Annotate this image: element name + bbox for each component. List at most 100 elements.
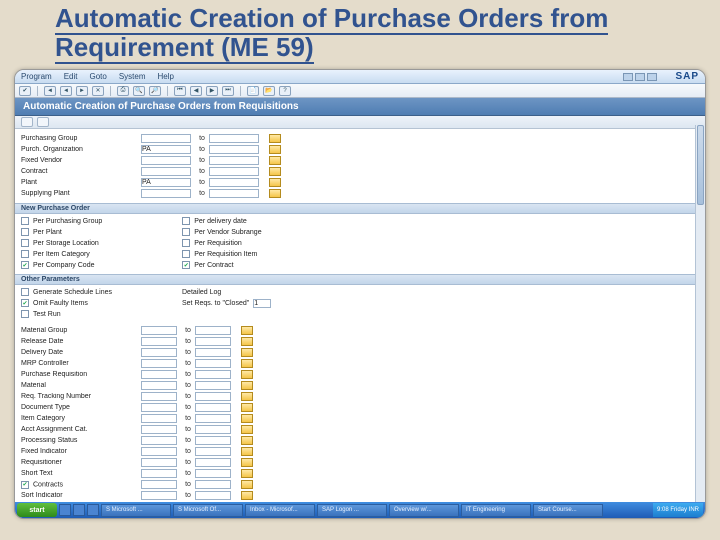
multi-select-icon[interactable] [241,381,253,390]
input-from[interactable] [141,189,191,198]
input-from[interactable] [141,156,191,165]
checkbox[interactable]: ✔ [21,299,29,307]
checkbox[interactable] [21,288,29,296]
quicklaunch-icon[interactable] [73,504,85,516]
first-icon[interactable]: ⏮ [174,86,186,96]
multi-select-icon[interactable] [241,370,253,379]
checkbox[interactable] [182,239,190,247]
input-to[interactable] [195,491,231,500]
find-icon[interactable]: 🔍 [133,86,145,96]
input-from[interactable] [141,392,177,401]
next-icon[interactable]: ▶ [206,86,218,96]
input-from[interactable] [141,326,177,335]
input-to[interactable] [209,134,259,143]
prev-icon[interactable]: ◀ [190,86,202,96]
input-from[interactable] [141,469,177,478]
multi-select-icon[interactable] [241,458,253,467]
input-to[interactable] [209,167,259,176]
menu-edit[interactable]: Edit [64,72,78,81]
multi-select-icon[interactable] [241,337,253,346]
multi-select-icon[interactable] [269,156,281,165]
input-from[interactable] [141,167,191,176]
multi-select-icon[interactable] [241,480,253,489]
input-from[interactable] [141,480,177,489]
input-to[interactable] [195,458,231,467]
help-icon[interactable]: ? [279,86,291,96]
input-to[interactable] [195,370,231,379]
system-tray[interactable]: 9:08 Friday INR [653,503,703,517]
checkbox[interactable] [21,239,29,247]
checkbox[interactable]: ✔ [182,261,190,269]
scroll-thumb[interactable] [697,125,704,205]
multi-select-icon[interactable] [241,403,253,412]
multi-select-icon[interactable] [241,414,253,423]
input-from[interactable] [141,381,177,390]
menu-system[interactable]: System [119,72,146,81]
print-icon[interactable]: ⎙ [117,86,129,96]
input-from[interactable] [141,491,177,500]
check-icon[interactable]: ✔ [19,86,31,96]
input-to[interactable] [195,414,231,423]
last-icon[interactable]: ⏭ [222,86,234,96]
taskbar-item[interactable]: Inbox - Microsof... [245,504,315,517]
input-from[interactable] [141,370,177,379]
variant-icon[interactable] [37,117,49,127]
input-from[interactable] [141,458,177,467]
input-to[interactable] [195,447,231,456]
input-to[interactable] [195,348,231,357]
findnext-icon[interactable]: 🔎 [149,86,161,96]
input-to[interactable] [209,178,259,187]
input-to[interactable] [195,359,231,368]
input-to[interactable] [195,469,231,478]
input-to[interactable] [195,326,231,335]
taskbar-item[interactable]: SAP Logon ... [317,504,387,517]
taskbar-item[interactable]: Start Course... [533,504,603,517]
input-to[interactable] [195,381,231,390]
input-to[interactable] [209,189,259,198]
multi-select-icon[interactable] [269,167,281,176]
input-from[interactable] [141,134,191,143]
multi-select-icon[interactable] [241,348,253,357]
param-input[interactable]: 1 [253,299,271,308]
checkbox[interactable] [21,310,29,318]
multi-select-icon[interactable] [241,392,253,401]
input-from[interactable]: PA [141,178,191,187]
input-from[interactable] [141,403,177,412]
input-from[interactable] [141,337,177,346]
input-to[interactable] [195,480,231,489]
checkbox[interactable] [21,228,29,236]
input-to[interactable] [209,156,259,165]
taskbar-item[interactable]: Overview w/... [389,504,459,517]
input-to[interactable] [195,337,231,346]
back2-icon[interactable]: ◄ [60,86,72,96]
menu-program[interactable]: Program [21,72,52,81]
input-from[interactable] [141,425,177,434]
multi-select-icon[interactable] [241,425,253,434]
forward-icon[interactable]: ► [76,86,88,96]
checkbox[interactable]: ✔ [21,261,29,269]
input-from[interactable] [141,359,177,368]
multi-select-icon[interactable] [241,491,253,500]
quicklaunch-icon[interactable] [59,504,71,516]
multi-select-icon[interactable] [269,189,281,198]
input-to[interactable] [195,392,231,401]
input-from[interactable] [141,414,177,423]
taskbar-item[interactable]: IT Engineering [461,504,531,517]
checkbox[interactable] [182,228,190,236]
input-to[interactable] [195,425,231,434]
taskbar-item[interactable]: S Microsoft Of... [173,504,243,517]
input-from[interactable] [141,348,177,357]
quicklaunch-icon[interactable] [87,504,99,516]
vertical-scrollbar[interactable] [695,125,705,502]
checkbox[interactable] [182,250,190,258]
multi-select-icon[interactable] [241,469,253,478]
new-icon[interactable]: 📄 [247,86,259,96]
min-icon[interactable] [623,73,633,81]
multi-select-icon[interactable] [241,359,253,368]
back-icon[interactable]: ◄ [44,86,56,96]
menu-goto[interactable]: Goto [89,72,106,81]
taskbar-item[interactable]: S Microsoft ... [101,504,171,517]
checkbox[interactable]: ✔ [21,481,29,489]
input-to[interactable] [195,403,231,412]
input-from[interactable] [141,436,177,445]
